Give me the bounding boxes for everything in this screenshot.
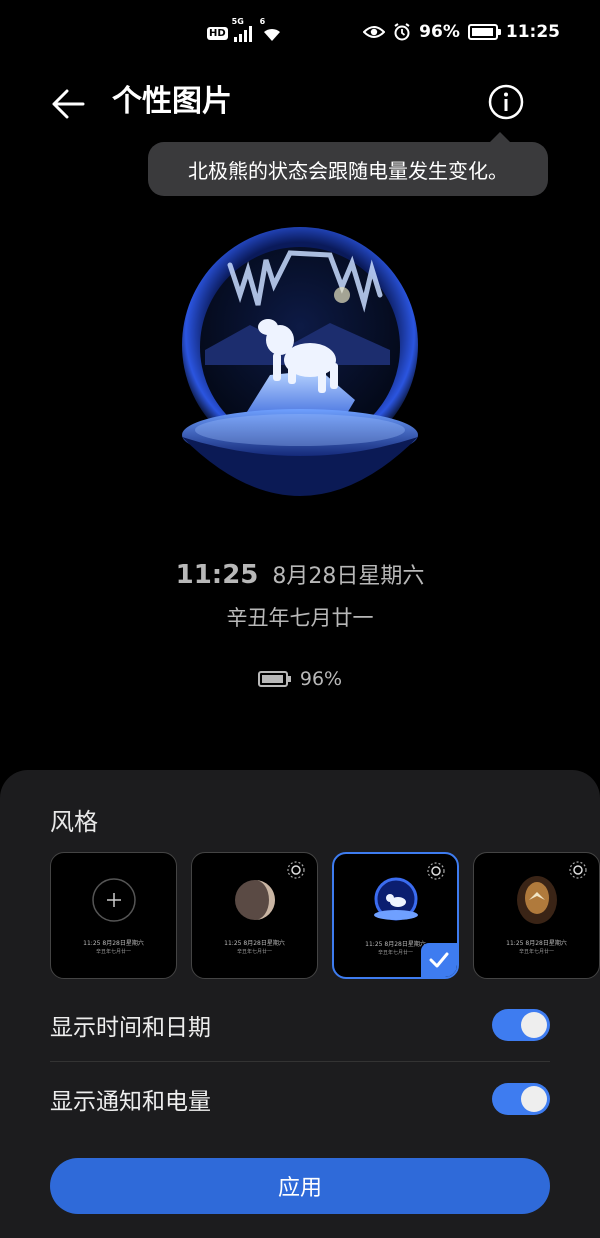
- style-section-title: 风格: [50, 808, 98, 836]
- back-button[interactable]: [44, 80, 92, 128]
- cellular-signal-icon: 5G: [232, 17, 252, 42]
- card-art: [51, 865, 176, 935]
- card-art: [334, 866, 457, 936]
- setting-label: 显示时间和日期: [50, 1015, 211, 1041]
- style-mini-lunar: 辛丑年七月廿一: [518, 949, 554, 955]
- battery-percent: 96%: [419, 22, 460, 42]
- toggle-knob: [521, 1086, 547, 1112]
- preview-date: 8月28日星期六: [272, 564, 425, 589]
- toggle-knob: [521, 1012, 547, 1038]
- status-left-icons: HD 5G 6: [207, 17, 282, 42]
- style-option-custom[interactable]: 11:25 8月28日星期六 辛丑年七月廿一: [50, 852, 177, 979]
- polar-bear-icon: [373, 877, 418, 921]
- preview-lunar-date: 辛丑年七月廿一: [226, 606, 374, 630]
- show-time-date-toggle[interactable]: [492, 1009, 550, 1041]
- info-button[interactable]: [482, 78, 530, 126]
- battery-icon: [257, 671, 291, 687]
- setting-show-notifications-battery: 显示通知和电量: [50, 1062, 550, 1136]
- check-icon: [429, 952, 449, 968]
- network-type-label: 5G: [231, 17, 244, 26]
- selected-check-badge: [421, 943, 457, 977]
- polar-bear-artwork: [182, 227, 418, 496]
- style-list: 11:25 8月28日星期六 辛丑年七月廿一 11:25 8月28日星期六 辛丑…: [50, 852, 600, 979]
- status-time: 11:25: [505, 22, 560, 42]
- style-mini-time: 11:25 8月28日星期六: [83, 940, 144, 947]
- eye-comfort-icon: [363, 26, 386, 38]
- info-icon: [488, 84, 524, 120]
- style-option-moon[interactable]: 11:25 8月28日星期六 辛丑年七月廿一: [191, 852, 318, 979]
- hd-icon: HD: [207, 26, 228, 40]
- preview-clock: 11:25 8月28日星期六: [0, 558, 600, 590]
- setting-show-time-date: 显示时间和日期: [50, 988, 550, 1062]
- setting-label: 显示通知和电量: [50, 1089, 211, 1115]
- style-mini-time: 11:25 8月28日星期六: [224, 940, 285, 947]
- style-option-forest[interactable]: 11:25 8月28日星期六 辛丑年七月廿一: [473, 852, 600, 979]
- info-tooltip: 北极熊的状态会跟随电量发生变化。: [148, 132, 548, 196]
- status-right-icons: 96% 11:25: [363, 22, 560, 42]
- settings-sheet: 风格 11:25 8月28日星期六 辛丑年七月廿一 11:25 8月28日星期六…: [0, 770, 600, 1238]
- wifi-version-label: 6: [259, 17, 266, 26]
- preview-battery: 96%: [0, 668, 600, 690]
- preview-time: 11:25: [175, 560, 259, 590]
- style-mini-lunar: 辛丑年七月廿一: [236, 949, 272, 955]
- style-option-polar-bear[interactable]: 11:25 8月28日星期六 辛丑年七月廿一: [332, 852, 459, 979]
- apply-button[interactable]: 应用: [50, 1158, 550, 1214]
- wifi-icon: 6: [260, 17, 282, 42]
- page-title: 个性图片: [112, 84, 232, 119]
- alarm-icon: [394, 23, 410, 41]
- battery-icon: [467, 24, 501, 40]
- add-icon: [91, 878, 136, 922]
- style-mini-lunar: 辛丑年七月廿一: [95, 949, 131, 955]
- card-art: [474, 865, 599, 935]
- forest-icon: [516, 876, 557, 924]
- card-art: [192, 865, 317, 935]
- preview-battery-percent: 96%: [299, 668, 343, 690]
- show-notifications-battery-toggle[interactable]: [492, 1083, 550, 1115]
- app-bar: 个性图片: [0, 68, 600, 136]
- status-bar: HD 5G 6 96% 11:25: [0, 0, 600, 68]
- moon-icon: [234, 880, 275, 920]
- back-arrow-icon: [52, 89, 85, 119]
- style-mini-time: 11:25 8月28日星期六: [506, 940, 567, 947]
